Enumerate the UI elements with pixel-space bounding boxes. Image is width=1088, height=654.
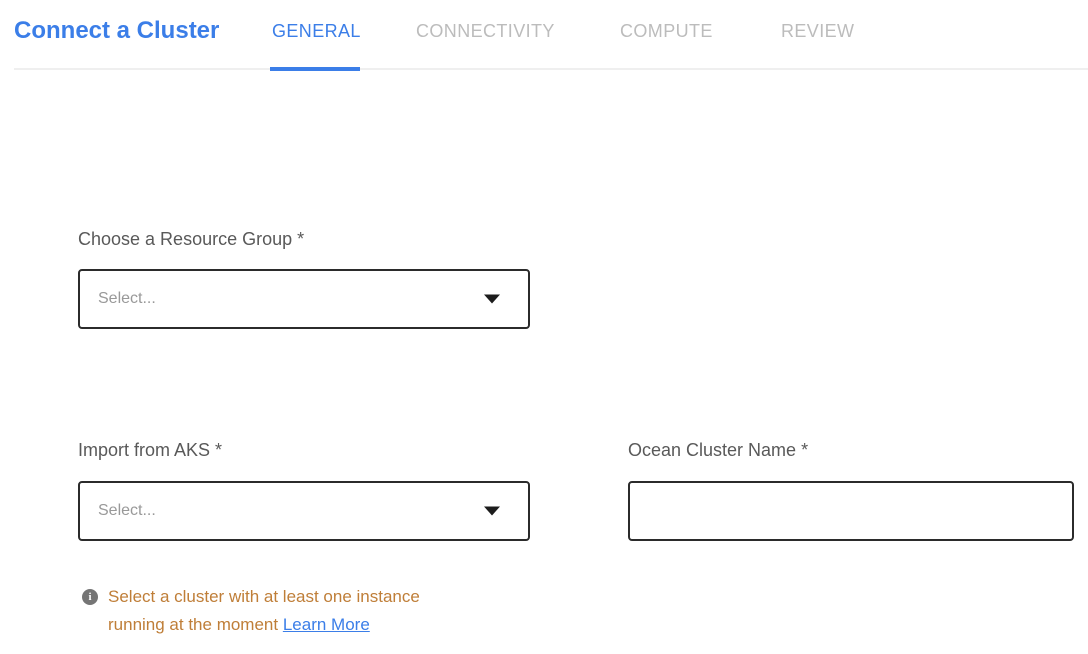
resource-group-select-value: Select... xyxy=(98,290,156,308)
resource-group-select[interactable]: Select... xyxy=(78,269,530,329)
page-title: Connect a Cluster xyxy=(14,17,219,45)
info-icon: i xyxy=(82,589,98,605)
caret-down-icon xyxy=(484,295,500,304)
learn-more-link[interactable]: Learn More xyxy=(283,615,370,634)
ocean-cluster-name-label: Ocean Cluster Name * xyxy=(628,440,808,461)
cluster-instance-note: i Select a cluster with at least one ins… xyxy=(82,583,470,639)
note-message: Select a cluster with at least one insta… xyxy=(108,587,420,634)
ocean-cluster-name-input[interactable] xyxy=(628,481,1074,541)
import-aks-select[interactable]: Select... xyxy=(78,481,530,541)
import-aks-label: Import from AKS * xyxy=(78,440,222,461)
resource-group-label: Choose a Resource Group * xyxy=(78,229,304,250)
header-divider xyxy=(14,68,1088,70)
caret-down-icon xyxy=(484,507,500,516)
tab-review[interactable]: REVIEW xyxy=(781,21,854,42)
tab-general[interactable]: GENERAL xyxy=(272,21,361,42)
connect-cluster-wizard: Connect a Cluster GENERAL CONNECTIVITY C… xyxy=(0,0,1088,654)
active-tab-indicator xyxy=(270,67,360,71)
import-aks-select-value: Select... xyxy=(98,502,156,520)
tab-compute[interactable]: COMPUTE xyxy=(620,21,713,42)
tab-connectivity[interactable]: CONNECTIVITY xyxy=(416,21,555,42)
note-text: Select a cluster with at least one insta… xyxy=(108,583,470,639)
